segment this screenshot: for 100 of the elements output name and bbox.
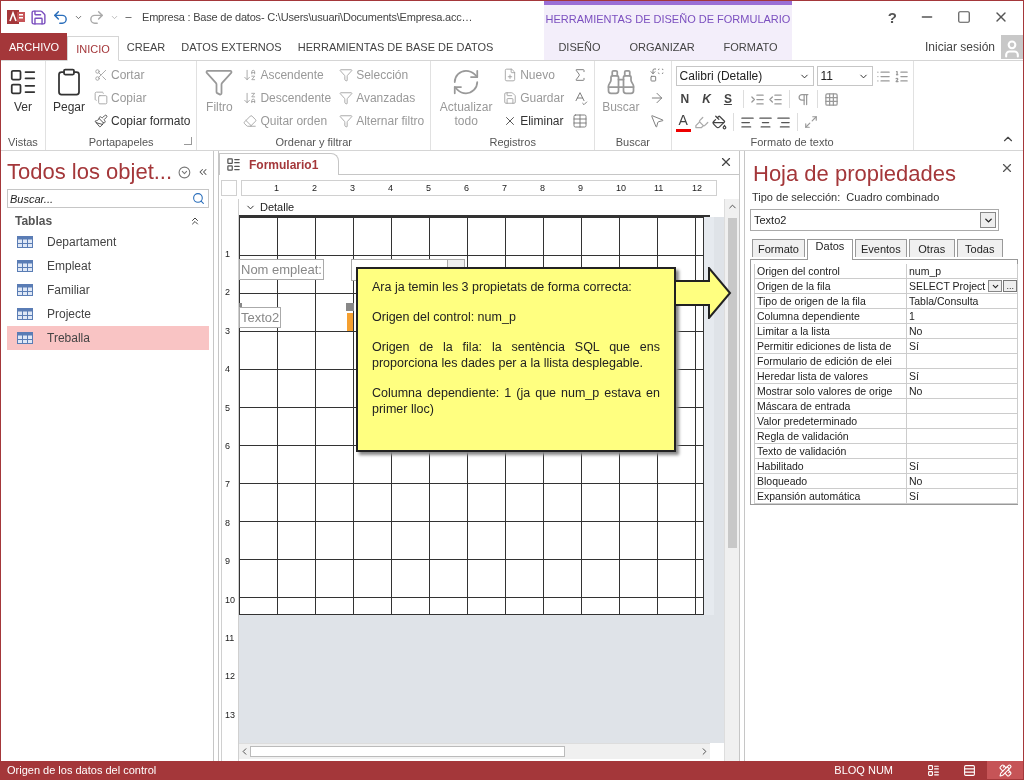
style-button[interactable]: K [697, 89, 716, 109]
form-label[interactable]: Nom empleat: [239, 259, 324, 280]
search-box[interactable]: Buscar... [7, 189, 209, 208]
ribbon-tab[interactable]: DATOS EXTERNOS [173, 33, 290, 60]
form-label[interactable]: Texto2 [239, 307, 282, 328]
nav-item[interactable]: Empleat [7, 254, 209, 278]
ribbon-tab[interactable]: ORGANIZAR [621, 33, 703, 60]
app-logo-icon[interactable] [7, 8, 25, 26]
replace-icon[interactable] [648, 67, 665, 83]
ribbon-tab[interactable]: HERRAMIENTAS DE BASE DE DATOS [289, 33, 502, 60]
property-tab[interactable]: Eventos [854, 239, 907, 257]
pilcrow-icon[interactable] [795, 91, 811, 107]
ribbon-button[interactable]: Pegar [50, 63, 89, 134]
property-value[interactable]: No [906, 324, 1018, 339]
ruler-number: 3 [224, 325, 231, 338]
property-value[interactable]: Sí [906, 339, 1018, 354]
document-tab[interactable]: Formulario1 [219, 153, 340, 175]
align-left-icon[interactable] [739, 114, 755, 130]
object-select[interactable]: Texto2 [750, 209, 999, 231]
gridlines-icon[interactable] [823, 91, 839, 107]
group-label: Buscar [615, 136, 650, 148]
builder-button[interactable]: ... [1003, 280, 1017, 292]
maximize-icon[interactable] [957, 10, 971, 24]
table-icon[interactable] [572, 113, 589, 129]
ribbon-button[interactable]: Ver [5, 63, 41, 134]
funnel-icon [204, 67, 235, 97]
style-button[interactable]: S [718, 89, 737, 109]
redo-icon[interactable] [88, 8, 105, 26]
alternate-fill-icon[interactable] [803, 115, 818, 129]
move-handle[interactable] [346, 303, 354, 311]
copy-icon [94, 91, 109, 105]
property-tab[interactable]: Datos [806, 239, 853, 260]
nav-item[interactable]: Projecte [7, 302, 209, 326]
document-tab-title: Formulario1 [249, 157, 319, 172]
ruler-number: 10 [616, 183, 627, 193]
property-value[interactable]: No [906, 474, 1018, 489]
property-name: Bloqueado [754, 474, 906, 489]
property-tab[interactable]: Otras [908, 239, 955, 257]
align-center-icon[interactable] [757, 114, 773, 130]
property-value[interactable]: No [906, 384, 1018, 399]
cursor-icon[interactable] [648, 113, 665, 129]
property-tab[interactable]: Todas [956, 239, 1003, 257]
ruler-number: 4 [224, 364, 231, 377]
property-name: Habilitado [754, 459, 906, 474]
close-icon[interactable] [1000, 161, 1014, 175]
nav-item[interactable]: Departament [7, 230, 209, 254]
close-icon[interactable] [719, 155, 733, 169]
property-name: Máscara de entrada [754, 399, 906, 414]
property-tab[interactable]: Formato [752, 239, 805, 257]
paint-bucket-icon[interactable] [711, 114, 727, 130]
save-icon[interactable] [30, 8, 47, 26]
view-button[interactable] [987, 761, 1023, 779]
horizontal-scrollbar[interactable] [239, 743, 710, 759]
search-field[interactable]: Buscar... [8, 192, 192, 205]
undo-icon[interactable] [52, 8, 69, 26]
scrollbar-thumb[interactable] [250, 746, 565, 757]
table-icon [17, 284, 33, 296]
scrollbar-thumb[interactable] [727, 218, 737, 548]
numbering-icon[interactable] [893, 68, 909, 84]
table-icon [17, 308, 33, 320]
spell-check-icon[interactable] [572, 90, 589, 106]
property-value[interactable]: num_p [906, 264, 1018, 279]
help-button[interactable]: ? [887, 8, 897, 26]
property-value[interactable]: Tabla/Consulta [906, 294, 1018, 309]
view-icon [998, 763, 1012, 777]
dialog-launcher-icon[interactable] [184, 137, 193, 145]
outdent-icon[interactable] [767, 91, 783, 107]
property-value[interactable]: SELECT Project ... [906, 279, 1018, 294]
font-size-select[interactable]: 11 [816, 66, 873, 86]
dropdown-icon[interactable] [178, 164, 191, 180]
group-label: Registros [489, 136, 536, 148]
sign-in-link[interactable]: Iniciar sesión [924, 39, 995, 54]
ribbon-tab[interactable]: ARCHIVO [1, 33, 68, 60]
property-name: Formulario de edición de elei [754, 354, 906, 369]
font-select[interactable]: Calibri (Detalle) [675, 66, 814, 86]
ribbon-tab[interactable]: DISEÑO [550, 33, 609, 60]
ribbon-tab[interactable]: FORMATO [715, 33, 786, 60]
property-value[interactable]: Sí [906, 369, 1018, 384]
nav-item[interactable]: Familiar [7, 278, 209, 302]
group-label: Portapapeles [88, 136, 154, 148]
property-name: Valor predeterminado [754, 414, 906, 429]
selection-handle[interactable] [347, 313, 353, 331]
property-value[interactable]: Sí [906, 489, 1018, 504]
ribbon-tab[interactable]: INICIO [67, 36, 119, 61]
ruler-number: 2 [312, 183, 318, 193]
ruler-number: 2 [224, 287, 231, 300]
align-right-icon[interactable] [775, 114, 791, 130]
search-icon[interactable] [192, 192, 205, 205]
nav-item[interactable]: Treballa [7, 326, 209, 350]
style-button[interactable]: N [675, 89, 695, 109]
indent-icon[interactable] [749, 91, 765, 107]
property-value[interactable]: Sí [906, 459, 1018, 474]
bullets-icon[interactable] [875, 68, 891, 84]
ribbon-tab[interactable]: CREAR [118, 33, 174, 60]
property-value[interactable]: 1 [906, 309, 1018, 324]
font-color-button[interactable]: A [675, 112, 691, 132]
ribbon-button[interactable]: Copiar formato [92, 111, 193, 131]
vertical-scrollbar[interactable] [724, 199, 739, 761]
ribbon-button[interactable]: Eliminar [501, 111, 567, 131]
collapse-group-icon[interactable] [189, 215, 201, 227]
